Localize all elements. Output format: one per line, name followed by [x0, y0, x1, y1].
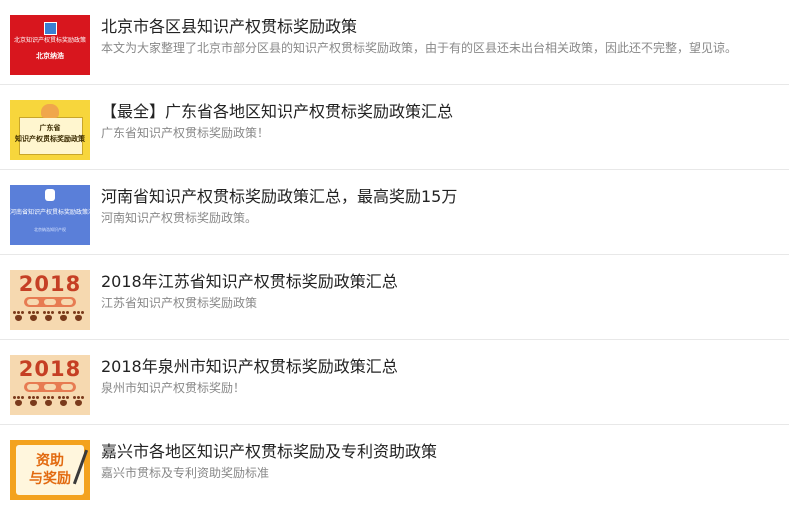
banner-icon — [24, 382, 76, 392]
article-thumbnail[interactable]: 北京知识产权贯标奖励政策 北京纳浩 — [10, 15, 90, 75]
article-thumbnail[interactable]: 广东省 知识产权贯标奖励政策 — [10, 100, 90, 160]
article-item[interactable]: 广东省 知识产权贯标奖励政策 【最全】广东省各地区知识产权贯标奖励政策汇总 广东… — [0, 85, 789, 170]
thumbnail-year: 2018 — [18, 272, 82, 296]
article-description: 江苏省知识产权贯标奖励政策 — [101, 296, 258, 310]
paw-prints-icon — [12, 396, 88, 412]
thumbnail-caption: 河南省知识产权贯标奖励政策汇总 — [10, 209, 90, 216]
thumbnail-caption: 北京知识产权贯标奖励政策 — [13, 37, 86, 44]
article-title[interactable]: 北京市各区县知识产权贯标奖励政策 — [101, 16, 357, 38]
article-description: 本文为大家整理了北京市部分区县的知识产权贯标奖励政策，由于有的区县还未出台相关政… — [101, 41, 738, 55]
article-item[interactable]: 北京知识产权贯标奖励政策 北京纳浩 北京市各区县知识产权贯标奖励政策 本文为大家… — [0, 0, 789, 85]
article-item[interactable]: 河南省知识产权贯标奖励政策汇总 北京纳浩知识产权 河南省知识产权贯标奖励政策汇总… — [0, 170, 789, 255]
paw-prints-icon — [12, 311, 88, 327]
article-thumbnail[interactable]: 2018 — [10, 355, 90, 415]
logo-icon — [44, 22, 57, 35]
article-list: 北京知识产权贯标奖励政策 北京纳浩 北京市各区县知识产权贯标奖励政策 本文为大家… — [0, 0, 789, 510]
article-item[interactable]: 2018 2018年泉州市知识产权贯标奖励政策汇总 泉州市知识产权贯标奖励！ — [0, 340, 789, 425]
thumbnail-subcaption: 北京纳浩 — [36, 52, 64, 60]
article-thumbnail[interactable]: 资助 与奖励 — [10, 440, 90, 500]
article-thumbnail[interactable]: 2018 — [10, 270, 90, 330]
article-title[interactable]: 【最全】广东省各地区知识产权贯标奖励政策汇总 — [101, 101, 453, 123]
thumbnail-year: 2018 — [18, 357, 82, 381]
thumbnail-subcaption: 知识产权贯标奖励政策 — [15, 135, 85, 143]
article-item[interactable]: 资助 与奖励 嘉兴市各地区知识产权贯标奖励及专利资助政策 嘉兴市贯标及专利资助奖… — [0, 425, 789, 510]
thumbnail-caption: 资助 — [36, 453, 64, 469]
article-description: 嘉兴市贯标及专利资助奖励标准 — [101, 466, 270, 480]
article-title[interactable]: 嘉兴市各地区知识产权贯标奖励及专利资助政策 — [101, 441, 437, 463]
article-title[interactable]: 河南省知识产权贯标奖励政策汇总，最高奖励15万 — [101, 186, 457, 208]
thumbnail-subcaption: 北京纳浩知识产权 — [34, 227, 66, 232]
dog-icon — [41, 104, 59, 118]
robot-icon — [45, 189, 55, 201]
article-description: 广东省知识产权贯标奖励政策！ — [101, 126, 270, 140]
article-item[interactable]: 2018 2018年江苏省知识产权贯标奖励政策汇总 江苏省知识产权贯标奖励政策 — [0, 255, 789, 340]
banner-icon — [24, 297, 76, 307]
article-title[interactable]: 2018年江苏省知识产权贯标奖励政策汇总 — [101, 271, 398, 293]
article-title[interactable]: 2018年泉州市知识产权贯标奖励政策汇总 — [101, 356, 398, 378]
article-description: 泉州市知识产权贯标奖励！ — [101, 381, 246, 395]
article-description: 河南知识产权贯标奖励政策。 — [101, 211, 258, 225]
thumbnail-card: 资助 与奖励 — [16, 445, 89, 495]
article-thumbnail[interactable]: 河南省知识产权贯标奖励政策汇总 北京纳浩知识产权 — [10, 185, 90, 245]
thumbnail-caption: 广东省 — [39, 124, 61, 132]
